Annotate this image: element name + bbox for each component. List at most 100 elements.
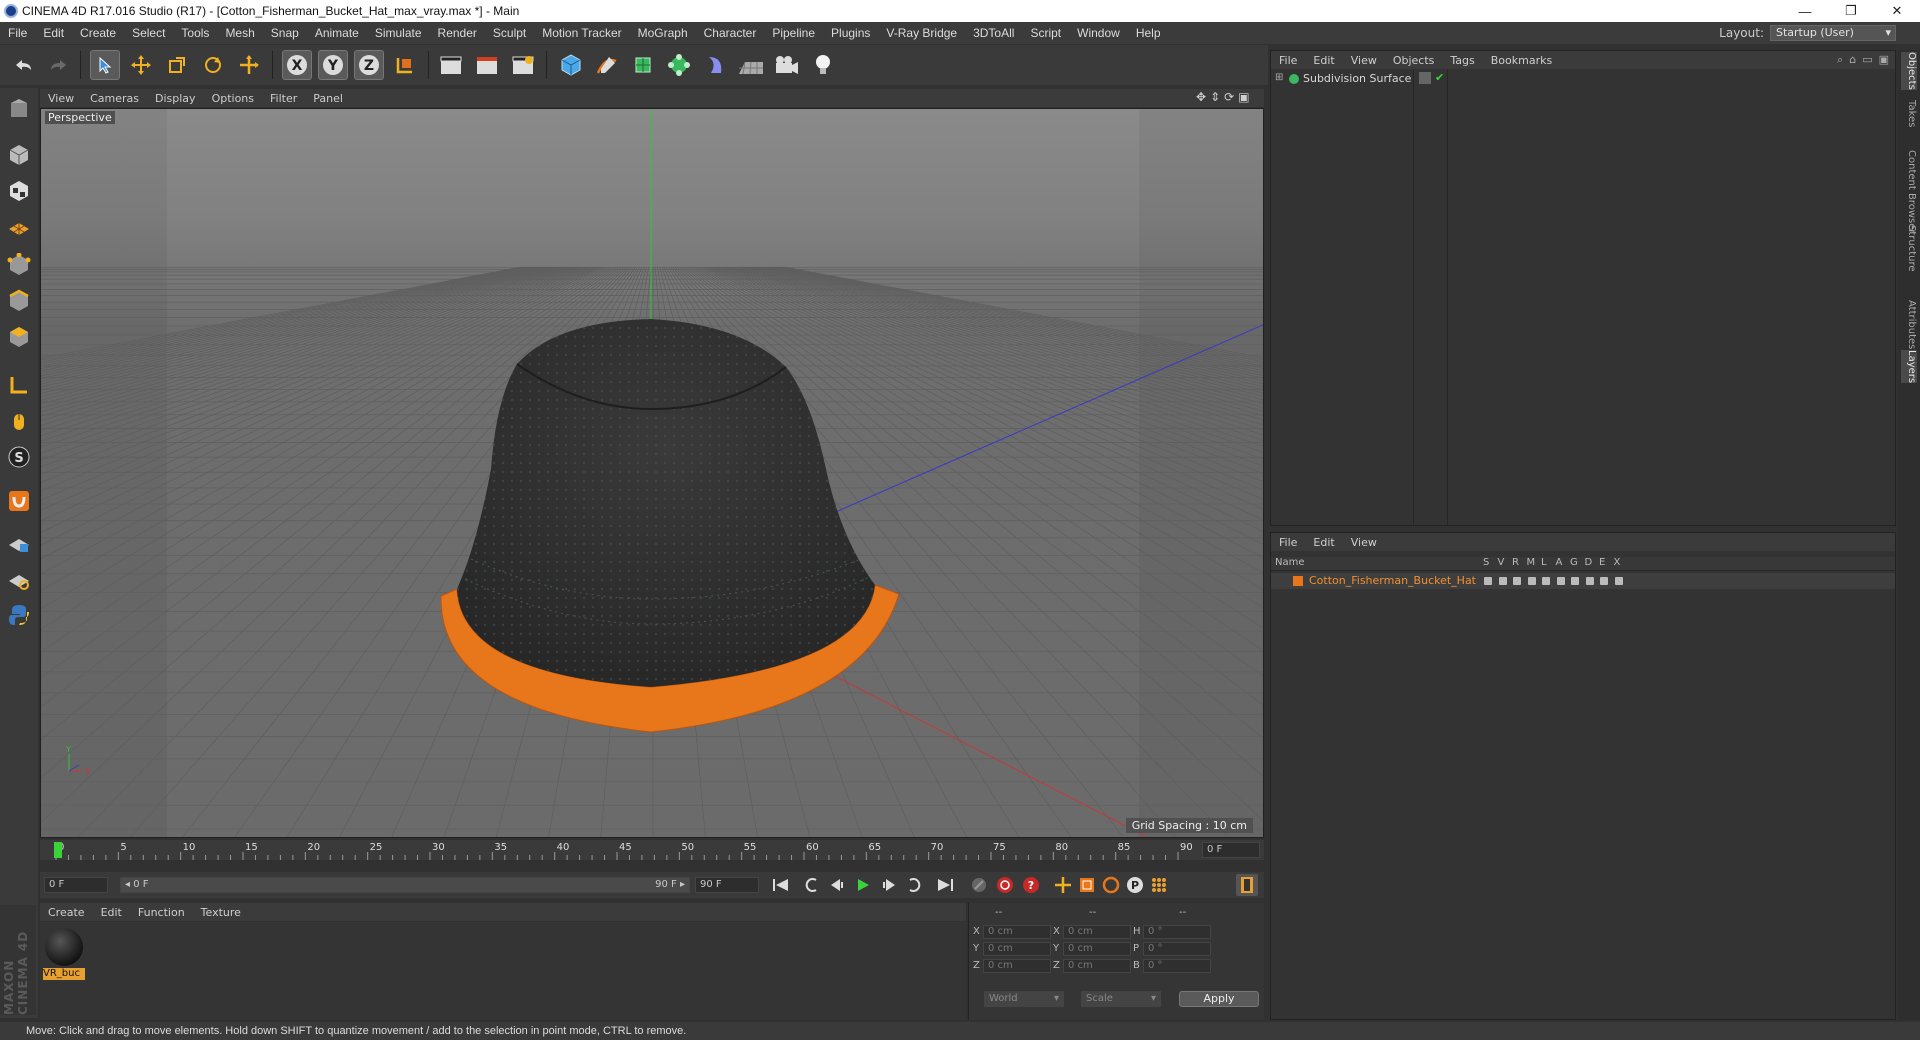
python-button[interactable]: [4, 600, 34, 630]
frame-range-slider[interactable]: ◂ 0 F 90 F ▸: [120, 877, 690, 893]
viewport-menu-item[interactable]: Cameras: [82, 92, 147, 105]
make-editable-button[interactable]: [4, 94, 34, 124]
toggle-panel-icon[interactable]: ▣: [1879, 53, 1889, 67]
prev-key-button[interactable]: [800, 874, 822, 896]
menu-item[interactable]: 3DToAll: [965, 22, 1022, 44]
coord-value-field[interactable]: 0 °: [1143, 942, 1211, 956]
light-button[interactable]: [808, 50, 838, 80]
home-icon[interactable]: ⌂: [1849, 53, 1856, 67]
move-tool-button[interactable]: [126, 50, 156, 80]
menu-item[interactable]: Window: [1069, 22, 1128, 44]
rotate-tool-button[interactable]: [198, 50, 228, 80]
visibility-icon[interactable]: [1419, 72, 1431, 84]
search-icon[interactable]: ⌕: [1837, 53, 1843, 67]
scale-tool-button[interactable]: [162, 50, 192, 80]
layer-toggle-icon[interactable]: [1542, 577, 1550, 585]
object-menu-item[interactable]: Objects: [1385, 54, 1443, 67]
x-axis-lock-button[interactable]: X: [282, 50, 312, 80]
menu-item[interactable]: Script: [1022, 22, 1069, 44]
coordinate-system-button[interactable]: [390, 50, 420, 80]
side-tab[interactable]: Takes: [1901, 100, 1917, 127]
play-button[interactable]: [852, 874, 874, 896]
layer-toggle-icon[interactable]: [1527, 577, 1536, 585]
live-selection-button[interactable]: [90, 50, 120, 80]
lock-workplane-button[interactable]: [4, 528, 34, 558]
tweak-mode-button[interactable]: [4, 406, 34, 436]
pen-spline-button[interactable]: [592, 50, 622, 80]
menu-item[interactable]: Mesh: [217, 22, 262, 44]
layer-menu-item[interactable]: View: [1343, 536, 1385, 549]
timeline-window-button[interactable]: [1236, 874, 1258, 896]
deformer-button[interactable]: [700, 50, 730, 80]
layer-row[interactable]: Cotton_Fisherman_Bucket_Hat: [1271, 573, 1895, 589]
cube-object-button[interactable]: [556, 50, 586, 80]
layer-menu-item[interactable]: Edit: [1305, 536, 1342, 549]
points-mode-button[interactable]: [4, 250, 34, 280]
coord-value-field[interactable]: 0 cm: [1063, 925, 1131, 939]
menu-item[interactable]: File: [0, 22, 35, 44]
edges-mode-button[interactable]: [4, 286, 34, 316]
key-pla-button[interactable]: [1148, 874, 1170, 896]
goto-start-button[interactable]: [770, 874, 792, 896]
object-row[interactable]: ⊞ Subdivision Surface ✔: [1271, 71, 1895, 87]
menu-item[interactable]: Pipeline: [764, 22, 823, 44]
prev-frame-button[interactable]: [826, 874, 848, 896]
render-picture-viewer-button[interactable]: [472, 50, 502, 80]
render-settings-button[interactable]: [508, 50, 538, 80]
next-key-button[interactable]: [904, 874, 926, 896]
menu-item[interactable]: Plugins: [823, 22, 878, 44]
minimize-button[interactable]: —: [1782, 0, 1828, 22]
layout-select[interactable]: Startup (User) ▾: [1770, 25, 1896, 41]
side-tab[interactable]: Content Browser: [1901, 150, 1917, 233]
coord-scale-select[interactable]: Scale ▾: [1081, 991, 1161, 1007]
menu-item[interactable]: Tools: [173, 22, 217, 44]
side-tab[interactable]: Structure: [1901, 225, 1917, 272]
menu-item[interactable]: Render: [430, 22, 485, 44]
object-menu-item[interactable]: File: [1271, 54, 1305, 67]
side-tab[interactable]: Attributes: [1901, 300, 1917, 349]
layer-toggle-icon[interactable]: [1585, 577, 1594, 585]
record-button[interactable]: [994, 874, 1016, 896]
end-frame-field[interactable]: 90 F: [695, 877, 759, 893]
coord-value-field[interactable]: 0 °: [1143, 959, 1211, 973]
object-menu-item[interactable]: Tags: [1442, 54, 1482, 67]
material-menu-item[interactable]: Texture: [193, 906, 249, 919]
side-tab[interactable]: Layers: [1901, 350, 1917, 384]
object-menu-item[interactable]: View: [1343, 54, 1385, 67]
menu-item[interactable]: Animate: [307, 22, 367, 44]
close-button[interactable]: ✕: [1874, 0, 1920, 22]
menu-item[interactable]: Motion Tracker: [534, 22, 629, 44]
dolly-icon[interactable]: ⇕: [1210, 90, 1220, 104]
timeline-ruler[interactable]: 051015202530354045505560657075808590 0 F: [40, 840, 1264, 860]
layer-toggle-icon[interactable]: [1556, 577, 1565, 585]
floor-button[interactable]: [736, 50, 766, 80]
toggle-view-icon[interactable]: ▣: [1238, 90, 1249, 104]
menu-item[interactable]: MoGraph: [630, 22, 696, 44]
layer-toggle-icon[interactable]: [1513, 577, 1521, 585]
menu-item[interactable]: V-Ray Bridge: [878, 22, 965, 44]
model-mode-button[interactable]: [4, 140, 34, 170]
pan-icon[interactable]: ✥: [1196, 90, 1206, 104]
texture-mode-button[interactable]: [4, 176, 34, 206]
restore-button[interactable]: ❐: [1828, 0, 1874, 22]
menu-item[interactable]: Simulate: [367, 22, 430, 44]
viewport-menu-item[interactable]: Panel: [305, 92, 351, 105]
next-frame-button[interactable]: [878, 874, 900, 896]
new-view-icon[interactable]: ▭: [1862, 53, 1872, 67]
workplane-mode-button[interactable]: [4, 212, 34, 242]
start-frame-field[interactable]: 0 F: [44, 877, 108, 893]
side-tab[interactable]: Objects: [1901, 52, 1917, 90]
apply-button[interactable]: Apply: [1179, 991, 1259, 1007]
polygons-mode-button[interactable]: [4, 322, 34, 352]
z-axis-lock-button[interactable]: Z: [354, 50, 384, 80]
keyframe-selection-button[interactable]: [968, 874, 990, 896]
key-position-button[interactable]: [1052, 874, 1074, 896]
coord-value-field[interactable]: 0 cm: [983, 925, 1051, 939]
render-view-button[interactable]: [436, 50, 466, 80]
coord-value-field[interactable]: 0 cm: [983, 942, 1051, 956]
layer-toggle-icon[interactable]: [1600, 577, 1608, 585]
orbit-icon[interactable]: ⟳: [1224, 90, 1234, 104]
menu-item[interactable]: Help: [1128, 22, 1169, 44]
viewport-menu-item[interactable]: Filter: [262, 92, 305, 105]
object-menu-item[interactable]: Bookmarks: [1483, 54, 1560, 67]
